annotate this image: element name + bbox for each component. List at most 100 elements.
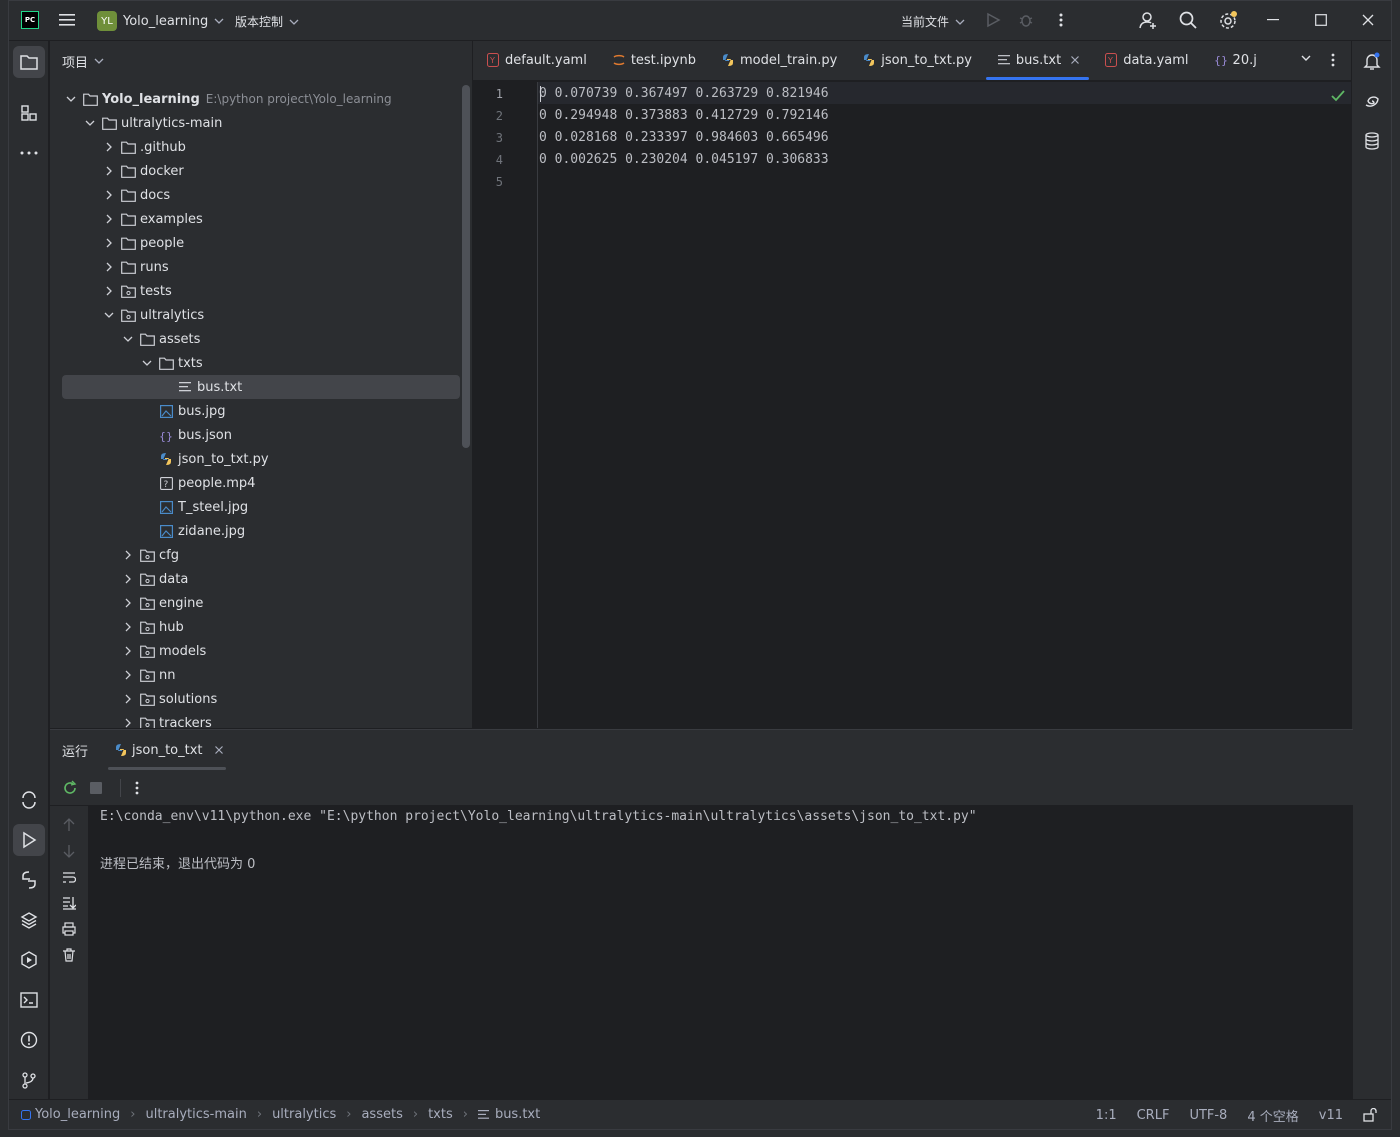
trash-icon[interactable] (62, 948, 76, 962)
project-tool-button[interactable] (13, 46, 45, 78)
tab-model-train-py[interactable]: model_train.py (708, 40, 849, 80)
project-switcher[interactable]: YL Yolo_learning (97, 11, 224, 31)
project-scrollbar[interactable] (462, 85, 470, 448)
maximize-icon[interactable] (1315, 14, 1327, 26)
tree-item[interactable]: trackers (50, 711, 470, 728)
tree-item[interactable]: T_steel.jpg (50, 495, 470, 519)
tree-item[interactable]: hub (50, 615, 470, 639)
debug-icon[interactable] (1018, 12, 1034, 28)
run-tab-json-to-txt[interactable]: json_to_txt (106, 730, 226, 770)
ai-assistant-button[interactable] (1356, 85, 1388, 117)
arrow-down-icon[interactable] (63, 844, 75, 858)
tree-item[interactable]: docker (50, 159, 470, 183)
tree-item[interactable]: .github (50, 135, 470, 159)
tab-default-yaml[interactable]: Y default.yaml (473, 40, 599, 80)
print-icon[interactable] (62, 922, 76, 936)
add-user-icon[interactable] (1139, 11, 1157, 29)
tab-data-yaml[interactable]: Y data.yaml (1091, 40, 1200, 80)
tree-item[interactable]: engine (50, 591, 470, 615)
file-encoding[interactable]: UTF-8 (1189, 1108, 1227, 1123)
tree-item[interactable]: models (50, 639, 470, 663)
chevron-right-icon[interactable] (102, 188, 116, 202)
services-tool-button[interactable] (13, 944, 45, 976)
more-actions-icon[interactable] (135, 781, 139, 795)
python-packages-button[interactable] (13, 864, 45, 896)
run-config-selector[interactable]: 当前文件 (901, 13, 965, 30)
more-actions-icon[interactable] (1331, 53, 1335, 67)
tabs-dropdown-icon[interactable] (1301, 55, 1311, 61)
caret-position[interactable]: 1:1 (1096, 1108, 1117, 1123)
close-icon[interactable] (1362, 14, 1374, 26)
breadcrumb-item[interactable]: bus.txt (495, 1107, 540, 1122)
app-logo[interactable]: PC (21, 11, 39, 29)
chevron-down-icon[interactable] (121, 332, 135, 346)
scroll-to-end-icon[interactable] (62, 896, 76, 910)
tree-item[interactable]: zidane.jpg (50, 519, 470, 543)
minimize-icon[interactable] (1267, 19, 1279, 21)
chevron-down-icon[interactable] (102, 308, 116, 322)
chevron-right-icon[interactable] (102, 284, 116, 298)
main-menu-icon[interactable] (59, 13, 75, 27)
breadcrumb-item[interactable]: ultralytics-main (145, 1107, 246, 1122)
tab-test-ipynb[interactable]: test.ipynb (599, 40, 708, 80)
no-problems-check-icon[interactable] (1331, 90, 1345, 102)
run-tool-button[interactable] (13, 824, 45, 856)
breadcrumb-item[interactable]: assets (361, 1107, 402, 1122)
chevron-right-icon[interactable] (121, 716, 135, 728)
tab-json-to-txt-py[interactable]: json_to_txt.py (849, 40, 984, 80)
breadcrumb-item[interactable]: Yolo_learning (35, 1107, 120, 1122)
settings-icon[interactable] (1218, 11, 1238, 31)
database-button[interactable] (1356, 125, 1388, 157)
python-interpreter[interactable]: v11 (1319, 1108, 1343, 1123)
tree-item[interactable]: runs (50, 255, 470, 279)
chevron-right-icon[interactable] (102, 236, 116, 250)
tree-item[interactable]: txts (50, 351, 470, 375)
line-ending[interactable]: CRLF (1137, 1108, 1170, 1123)
tree-item[interactable]: nn (50, 663, 470, 687)
tree-item-root[interactable]: Yolo_learning E:\python project\Yolo_lear… (50, 87, 470, 111)
tree-item[interactable]: bus.jpg (50, 399, 470, 423)
tree-item[interactable]: cfg (50, 543, 470, 567)
tab-bus-txt[interactable]: bus.txt (984, 40, 1091, 80)
vcs-menu[interactable]: 版本控制 (235, 13, 299, 30)
python-console-button[interactable] (13, 784, 45, 816)
tree-item[interactable]: tests (50, 279, 470, 303)
chevron-right-icon[interactable] (121, 644, 135, 658)
tree-item[interactable]: assets (50, 327, 470, 351)
close-tab-icon[interactable] (1071, 56, 1080, 64)
chevron-right-icon[interactable] (102, 164, 116, 178)
arrow-up-icon[interactable] (63, 818, 75, 832)
structure-tool-button[interactable] (13, 97, 45, 129)
more-actions-icon[interactable] (1053, 12, 1069, 28)
soft-wrap-icon[interactable] (62, 872, 76, 884)
chevron-right-icon[interactable] (102, 140, 116, 154)
breadcrumb-item[interactable]: ultralytics (272, 1107, 336, 1122)
run-icon[interactable] (985, 12, 1001, 28)
line-number-gutter[interactable]: 1 2 3 4 5 (473, 82, 538, 728)
chevron-right-icon[interactable] (121, 620, 135, 634)
tree-item[interactable]: ultralytics-main (50, 111, 470, 135)
chevron-down-icon[interactable] (83, 116, 97, 130)
stop-icon[interactable] (90, 781, 102, 794)
tree-item[interactable]: people (50, 231, 470, 255)
chevron-right-icon[interactable] (121, 692, 135, 706)
more-tools-button[interactable] (13, 137, 45, 169)
chevron-down-icon[interactable] (64, 92, 78, 106)
breadcrumb-item[interactable]: txts (428, 1107, 453, 1122)
tree-item[interactable]: examples (50, 207, 470, 231)
project-panel-header[interactable]: 项目 (50, 41, 472, 81)
rerun-icon[interactable] (62, 780, 78, 796)
chevron-down-icon[interactable] (140, 356, 154, 370)
tab-20-json[interactable]: {} 20.j (1201, 40, 1261, 80)
chevron-right-icon[interactable] (121, 572, 135, 586)
notifications-button[interactable] (1356, 45, 1388, 77)
git-tool-button[interactable] (13, 1064, 45, 1096)
chevron-right-icon[interactable] (102, 260, 116, 274)
tree-item[interactable]: docs (50, 183, 470, 207)
tree-item[interactable]: solutions (50, 687, 470, 711)
terminal-tool-button[interactable] (13, 984, 45, 1016)
indent-setting[interactable]: 4 个空格 (1247, 1106, 1298, 1125)
chevron-right-icon[interactable] (121, 548, 135, 562)
tree-item[interactable]: json_to_txt.py (50, 447, 470, 471)
chevron-right-icon[interactable] (102, 212, 116, 226)
